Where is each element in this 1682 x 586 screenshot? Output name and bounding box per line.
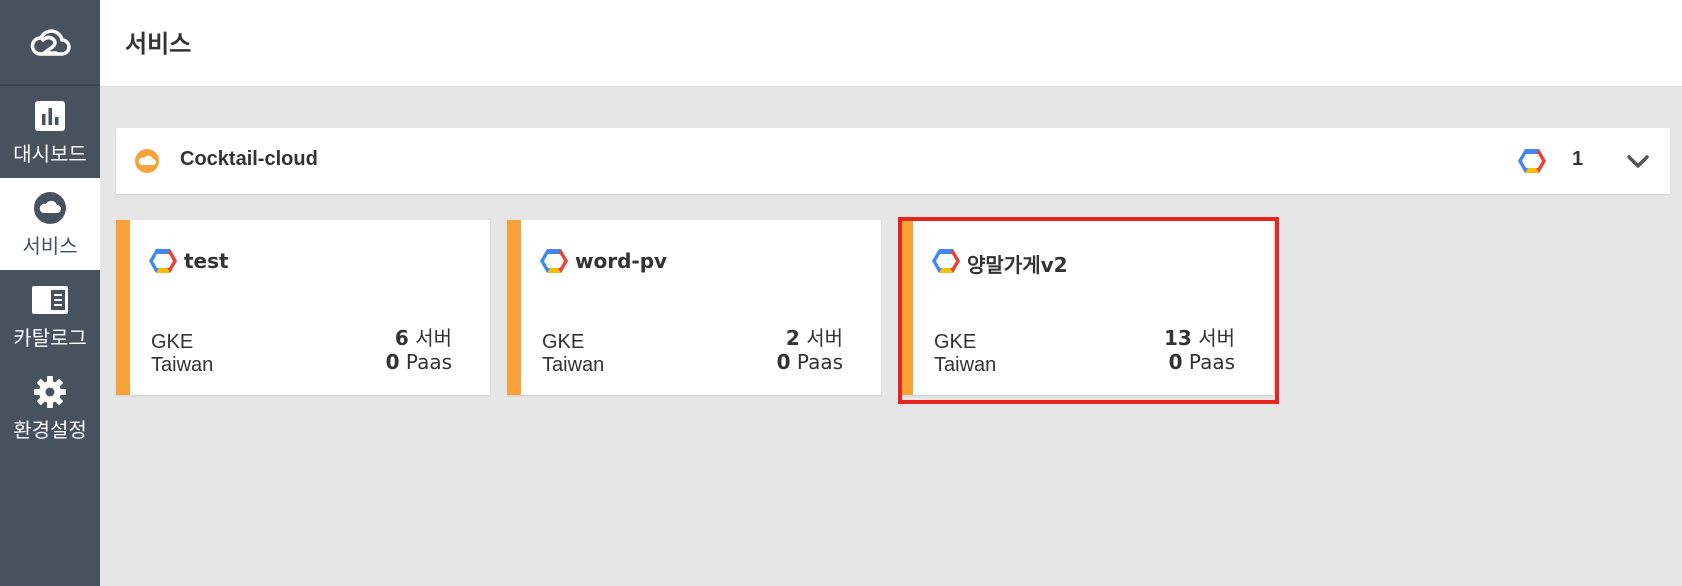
bar-chart-icon [32, 98, 68, 134]
chevron-down-icon[interactable] [1624, 148, 1652, 176]
card-server-stat: 2 서버 [786, 322, 843, 351]
card-title: 양말가게v2 [967, 253, 1068, 277]
card-server-stat: 6 서버 [395, 322, 452, 351]
sidebar-item-label: 서비스 [22, 233, 78, 258]
card-title: test [184, 249, 229, 273]
card-cluster-type: GKE [151, 331, 194, 353]
sidebar-item-label: 대시보드 [13, 141, 87, 166]
card-paas-stat: 0 Paas [1169, 350, 1235, 374]
catalog-icon [32, 282, 68, 318]
provider-group-header[interactable]: Cocktail-cloud 1 [116, 128, 1670, 194]
card-accent-stripe [116, 220, 130, 395]
provider-cluster-count: 1 [1572, 148, 1584, 170]
card-cluster-type: GKE [934, 331, 977, 353]
server-count: 2 [785, 326, 800, 350]
paas-count: 0 [776, 350, 791, 374]
provider-name: Cocktail-cloud [180, 148, 318, 170]
cloud-icon [32, 190, 68, 226]
server-label: 서버 [806, 326, 843, 350]
gear-icon [32, 374, 68, 410]
paas-count: 0 [385, 350, 400, 374]
sidebar-item-label: 환경설정 [13, 417, 87, 442]
sidebar-item-catalog[interactable]: 카탈로그 [0, 270, 100, 362]
service-card-word-pv[interactable]: word-pv GKE Taiwan 2 서버 0 Paas [507, 220, 881, 395]
sidebar-item-dashboard[interactable]: 대시보드 [0, 86, 100, 178]
server-label: 서버 [1198, 326, 1235, 350]
card-paas-stat: 0 Paas [386, 350, 452, 374]
card-accent-stripe [507, 220, 521, 395]
card-region: Taiwan [934, 354, 997, 376]
card-region: Taiwan [151, 354, 214, 376]
gke-hexagon-icon [540, 249, 568, 273]
page-header: 서비스 [100, 0, 1682, 87]
card-paas-stat: 0 Paas [777, 350, 843, 374]
service-card-sock-shop-v2[interactable]: 양말가게v2 GKE Taiwan 13 서버 0 Paas [899, 220, 1273, 395]
card-accent-stripe [899, 220, 913, 395]
server-count: 13 [1163, 326, 1192, 350]
server-count: 6 [394, 326, 409, 350]
provider-cloud-icon [135, 149, 159, 173]
gke-hexagon-icon [1518, 149, 1546, 173]
paas-label: Paas [1188, 350, 1235, 374]
app-logo[interactable] [0, 0, 100, 86]
sidebar-item-services[interactable]: 서비스 [0, 178, 100, 270]
card-region: Taiwan [542, 354, 605, 376]
sidebar-item-settings[interactable]: 환경설정 [0, 362, 100, 454]
card-cluster-type: GKE [542, 331, 585, 353]
sidebar-item-label: 카탈로그 [13, 325, 87, 350]
paas-label: Paas [796, 350, 843, 374]
service-card-test[interactable]: test GKE Taiwan 6 서버 0 Paas [116, 220, 490, 395]
server-label: 서버 [415, 326, 452, 350]
cloud-logo-icon [30, 29, 71, 56]
paas-label: Paas [405, 350, 452, 374]
paas-count: 0 [1168, 350, 1183, 374]
card-title: word-pv [575, 249, 668, 273]
gke-hexagon-icon [932, 249, 960, 273]
sidebar: 대시보드 서비스 카탈로그 환경설정 [0, 0, 100, 586]
card-server-stat: 13 서버 [1164, 322, 1235, 351]
page-title: 서비스 [125, 30, 192, 58]
gke-hexagon-icon [149, 249, 177, 273]
